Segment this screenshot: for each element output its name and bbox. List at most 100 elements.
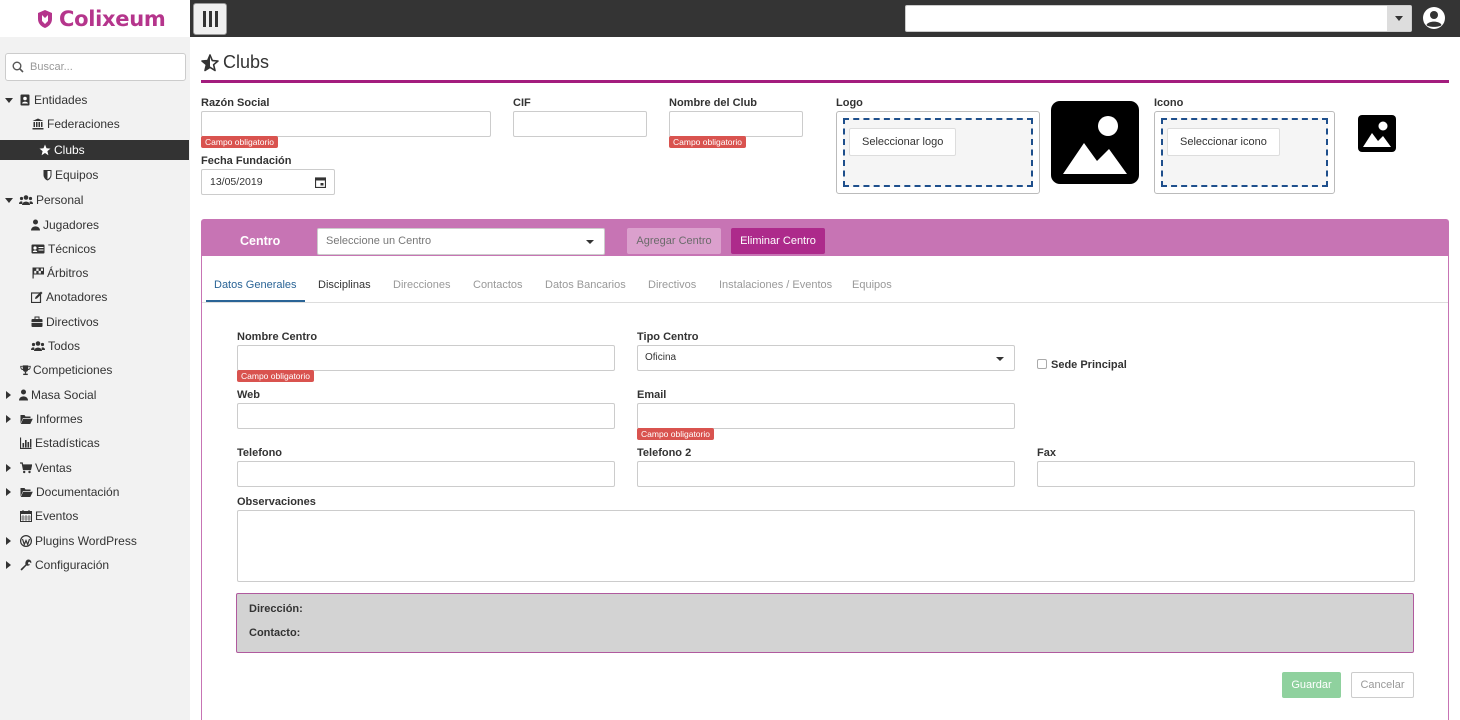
fax-input[interactable]	[1037, 461, 1415, 487]
observaciones-textarea[interactable]	[237, 510, 1415, 582]
shield-icon	[43, 170, 52, 181]
page-title: Clubs	[201, 52, 269, 73]
centro-label: Centro	[240, 234, 281, 248]
tipo-centro-label: Tipo Centro	[637, 331, 699, 343]
add-centro-button[interactable]: Agregar Centro	[627, 228, 721, 254]
email-input[interactable]	[637, 403, 1015, 429]
users-icon	[31, 341, 45, 351]
delete-centro-button[interactable]: Eliminar Centro	[731, 228, 825, 254]
centro-select[interactable]: Seleccione un Centro	[317, 228, 605, 255]
centro-select-placeholder: Seleccione un Centro	[326, 235, 432, 247]
web-input[interactable]	[237, 403, 615, 429]
sidebar-item-estadisticas[interactable]: Estadísticas	[20, 433, 100, 453]
sidebar-item-clubs[interactable]: Clubs	[0, 140, 189, 160]
sidebar-item-label: Ventas	[35, 461, 72, 475]
sidebar-item-masa-social[interactable]: Masa Social	[6, 385, 96, 405]
nombre-club-label: Nombre del Club	[669, 97, 758, 109]
caret-down-icon	[5, 98, 13, 103]
sidebar-item-label: Plugins WordPress	[35, 534, 137, 548]
select-icon-button[interactable]: Seleccionar icono	[1167, 128, 1280, 156]
id-card-icon	[31, 244, 45, 254]
icon-dropzone[interactable]: Seleccionar icono	[1154, 111, 1335, 194]
sidebar-item-label: Anotadores	[46, 290, 108, 304]
user-icon	[31, 219, 40, 231]
sidebar-item-federaciones[interactable]: Federaciones	[32, 114, 120, 134]
sidebar-item-directivos[interactable]: Directivos	[31, 312, 99, 332]
star-half-icon	[201, 53, 219, 71]
menu-bar-icon	[208, 11, 212, 27]
user-circle-icon[interactable]	[1422, 6, 1446, 30]
sidebar-item-label: Técnicos	[48, 242, 97, 256]
observaciones-label: Observaciones	[237, 496, 316, 508]
sidebar-item-configuracion[interactable]: Configuración	[6, 555, 109, 575]
search-input[interactable]: Buscar...	[5, 53, 186, 81]
sede-principal-checkbox[interactable]	[1037, 359, 1047, 369]
select-logo-button[interactable]: Seleccionar logo	[849, 128, 957, 156]
logo-label: Logo	[836, 97, 863, 109]
sidebar-item-arbitros[interactable]: Árbitros	[32, 263, 88, 283]
fecha-fundacion-label: Fecha Fundación	[201, 155, 292, 167]
tab-direcciones[interactable]: Direcciones	[385, 268, 458, 302]
required-badge: Campo obligatorio	[669, 136, 746, 148]
image-placeholder-icon	[1358, 115, 1396, 152]
calendar-icon[interactable]	[315, 177, 326, 188]
tab-contactos[interactable]: Contactos	[465, 268, 531, 302]
caret-down-icon	[5, 198, 13, 203]
sidebar-item-personal[interactable]: Personal	[5, 190, 83, 210]
sidebar-item-plugins-wordpress[interactable]: Plugins WordPress	[6, 531, 137, 551]
save-button[interactable]: Guardar	[1282, 672, 1341, 698]
razon-social-input[interactable]	[201, 111, 491, 137]
summary-box: Dirección: Contacto:	[236, 593, 1414, 653]
sidebar-item-label: Entidades	[34, 93, 88, 107]
sidebar-item-label: Todos	[48, 339, 81, 353]
wordpress-icon	[20, 535, 32, 547]
tab-equipos[interactable]: Equipos	[844, 268, 900, 302]
sidebar-item-todos[interactable]: Todos	[31, 336, 80, 356]
sede-principal-label: Sede Principal	[1051, 359, 1127, 371]
logo-dropzone[interactable]: Seleccionar logo	[836, 111, 1040, 194]
sidebar-item-entidades[interactable]: Entidades	[5, 90, 87, 110]
sidebar-item-ventas[interactable]: Ventas	[6, 458, 72, 478]
shopping-cart-icon	[20, 462, 32, 474]
sidebar-item-jugadores[interactable]: Jugadores	[31, 215, 99, 235]
caret-right-icon	[6, 464, 11, 472]
tipo-centro-select[interactable]: Oficina	[637, 345, 1015, 371]
nombre-centro-input[interactable]	[237, 345, 615, 371]
image-placeholder-icon	[1051, 101, 1139, 184]
sidebar-item-label: Documentación	[36, 485, 120, 499]
sidebar-item-tecnicos[interactable]: Técnicos	[31, 239, 96, 259]
sidebar-item-informes[interactable]: Informes	[6, 409, 83, 429]
shield-logo-icon	[38, 9, 52, 28]
top-select[interactable]	[905, 5, 1412, 32]
cif-input[interactable]	[513, 111, 647, 137]
tab-disciplinas[interactable]: Disciplinas	[310, 268, 379, 302]
caret-right-icon	[6, 488, 11, 496]
direccion-label: Dirección:	[249, 603, 303, 615]
sidebar-item-documentacion[interactable]: Documentación	[6, 482, 119, 502]
tab-datos-generales[interactable]: Datos Generales	[206, 268, 305, 302]
sidebar-item-anotadores[interactable]: Anotadores	[31, 287, 107, 307]
menu-toggle-button[interactable]	[193, 3, 227, 35]
sidebar-item-label: Jugadores	[43, 218, 100, 232]
star-half-icon	[39, 144, 51, 156]
sidebar: Buscar... Entidades Federaciones Clubs E…	[0, 37, 190, 720]
tab-directivos[interactable]: Directivos	[640, 268, 704, 302]
bar-chart-icon	[20, 437, 32, 449]
sidebar-item-eventos[interactable]: Eventos	[20, 506, 78, 526]
required-badge: Campo obligatorio	[201, 136, 278, 148]
telefono-input[interactable]	[237, 461, 615, 487]
tab-datos-bancarios[interactable]: Datos Bancarios	[537, 268, 634, 302]
chevron-down-icon[interactable]	[1387, 6, 1411, 31]
cancel-button[interactable]: Cancelar	[1351, 672, 1414, 698]
sidebar-item-label: Configuración	[35, 558, 110, 572]
tab-instalaciones-eventos[interactable]: Instalaciones / Eventos	[711, 268, 840, 302]
menu-bar-icon	[214, 11, 218, 27]
telefono2-input[interactable]	[637, 461, 1015, 487]
folder-open-icon	[20, 415, 33, 424]
nombre-club-input[interactable]	[669, 111, 803, 137]
sidebar-item-competiciones[interactable]: Competiciones	[20, 360, 112, 380]
caret-right-icon	[6, 391, 11, 399]
sidebar-item-equipos[interactable]: Equipos	[43, 165, 98, 185]
brand[interactable]: Colixeum	[0, 0, 190, 37]
fecha-fundacion-input[interactable]: 13/05/2019	[201, 169, 335, 195]
